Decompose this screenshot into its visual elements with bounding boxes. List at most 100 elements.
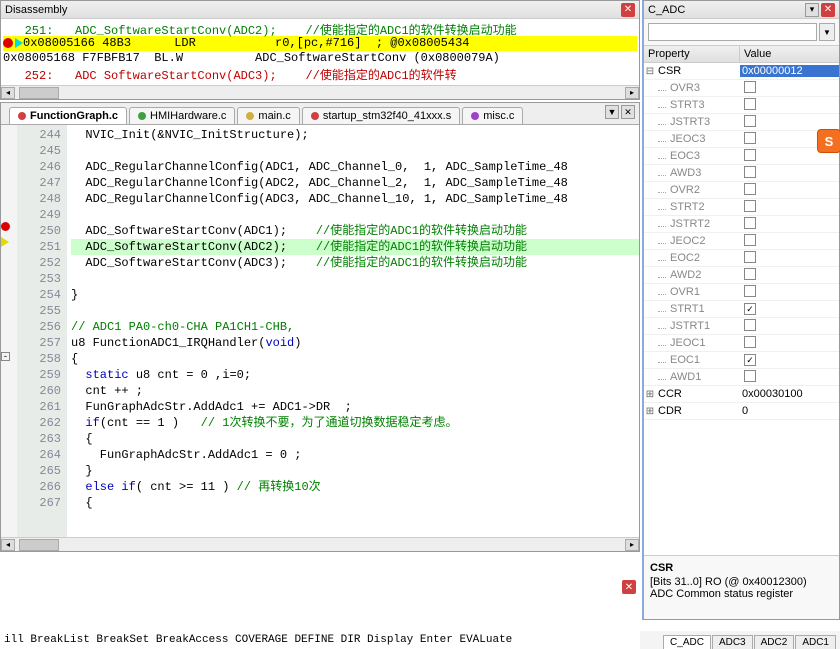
disasm-line[interactable]: 0x08005166 48B3 LDR r0,[pc,#716] ; @0x08… bbox=[3, 36, 637, 51]
disasm-hscroll[interactable]: ◂ ▸ bbox=[1, 85, 639, 99]
checkbox-icon[interactable] bbox=[744, 217, 756, 229]
code-line[interactable]: else if( cnt >= 11 ) // 再转换10次 bbox=[71, 479, 639, 495]
tab-main-c[interactable]: main.c bbox=[237, 107, 299, 124]
cadc-filter-input[interactable] bbox=[648, 23, 817, 41]
checkbox-icon[interactable] bbox=[744, 336, 756, 348]
margin-cell[interactable] bbox=[1, 461, 17, 477]
margin-cell[interactable] bbox=[1, 141, 17, 157]
prop-value[interactable] bbox=[740, 251, 839, 266]
property-row-csr[interactable]: ⊟CSR0x00000012 bbox=[644, 63, 839, 80]
checkbox-icon[interactable] bbox=[744, 183, 756, 195]
margin-cell[interactable] bbox=[1, 413, 17, 429]
code-area[interactable]: - 24424524624724824925025125225325425525… bbox=[1, 125, 639, 537]
margin-cell[interactable] bbox=[1, 397, 17, 413]
checkbox-icon[interactable] bbox=[744, 285, 756, 297]
property-row-eoc3[interactable]: EOC3 bbox=[644, 148, 839, 165]
property-row-ovr1[interactable]: OVR1 bbox=[644, 284, 839, 301]
breakpoint-icon[interactable] bbox=[1, 222, 10, 231]
checkbox-icon[interactable] bbox=[744, 115, 756, 127]
code-line[interactable]: { bbox=[71, 351, 639, 367]
checkbox-icon[interactable] bbox=[744, 234, 756, 246]
scroll-thumb[interactable] bbox=[19, 87, 59, 99]
code-line[interactable]: static u8 cnt = 0 ,i=0; bbox=[71, 367, 639, 383]
prop-value[interactable] bbox=[740, 354, 839, 366]
peripheral-tab-adc3[interactable]: ADC3 bbox=[712, 635, 753, 649]
prop-value[interactable]: 0x00030100 bbox=[740, 388, 839, 400]
code-line[interactable]: cnt ++ ; bbox=[71, 383, 639, 399]
checkbox-icon[interactable] bbox=[744, 370, 756, 382]
disasm-body[interactable]: 251: ADC_SoftwareStartConv(ADC2); //使能指定… bbox=[1, 19, 639, 83]
property-row-cdr[interactable]: ⊞CDR0 bbox=[644, 403, 839, 420]
checkbox-icon[interactable] bbox=[744, 200, 756, 212]
property-row-strt3[interactable]: STRT3 bbox=[644, 97, 839, 114]
tab-hmihardware-c[interactable]: HMIHardware.c bbox=[129, 107, 235, 124]
property-row-strt1[interactable]: STRT1 bbox=[644, 301, 839, 318]
tab-misc-c[interactable]: misc.c bbox=[462, 107, 523, 124]
cadc-close-icon[interactable]: ✕ bbox=[821, 3, 835, 17]
code-line[interactable]: ADC_SoftwareStartConv(ADC3); //使能指定的ADC1… bbox=[71, 255, 639, 271]
margin-cell[interactable] bbox=[1, 445, 17, 461]
code-line[interactable]: { bbox=[71, 495, 639, 511]
margin-cell[interactable] bbox=[1, 205, 17, 221]
editor-hscroll[interactable]: ◂ ▸ bbox=[1, 537, 639, 551]
tree-toggle-icon[interactable]: ⊞ bbox=[644, 406, 656, 417]
prop-value[interactable]: 0x00000012 bbox=[740, 65, 839, 77]
property-row-jeoc2[interactable]: JEOC2 bbox=[644, 233, 839, 250]
margin-cell[interactable] bbox=[1, 221, 17, 237]
filter-dropdown-icon[interactable]: ▼ bbox=[819, 23, 835, 41]
tab-close-icon[interactable]: ✕ bbox=[621, 105, 635, 119]
disasm-line[interactable]: 252: ADC SoftwareStartConv(ADC3); //使能指定… bbox=[3, 66, 637, 81]
prop-value[interactable] bbox=[740, 217, 839, 232]
lower-close-icon[interactable]: ✕ bbox=[622, 580, 636, 594]
prop-value[interactable] bbox=[740, 336, 839, 351]
property-row-awd1[interactable]: AWD1 bbox=[644, 369, 839, 386]
checkbox-icon[interactable] bbox=[744, 319, 756, 331]
prop-value[interactable] bbox=[740, 183, 839, 198]
code-line[interactable]: if(cnt == 1 ) // 1次转换不要，为了通道切换数据稳定考虑。 bbox=[71, 415, 639, 431]
prop-value[interactable] bbox=[740, 234, 839, 249]
checkbox-icon[interactable] bbox=[744, 303, 756, 315]
tab-functiongraph-c[interactable]: FunctionGraph.c bbox=[9, 107, 127, 124]
checkbox-icon[interactable] bbox=[744, 81, 756, 93]
code-line[interactable]: ADC_RegularChannelConfig(ADC3, ADC_Chann… bbox=[71, 191, 639, 207]
prop-value[interactable] bbox=[740, 81, 839, 96]
code-body[interactable]: NVIC_Init(&NVIC_InitStructure); ADC_Regu… bbox=[67, 125, 639, 537]
margin-cell[interactable] bbox=[1, 381, 17, 397]
property-row-ovr2[interactable]: OVR2 bbox=[644, 182, 839, 199]
checkbox-icon[interactable] bbox=[744, 149, 756, 161]
tab-menu-icon[interactable]: ▼ bbox=[605, 105, 619, 119]
property-row-awd2[interactable]: AWD2 bbox=[644, 267, 839, 284]
scroll-right-icon[interactable]: ▸ bbox=[625, 87, 639, 99]
prop-value[interactable] bbox=[740, 200, 839, 215]
margin-cell[interactable] bbox=[1, 157, 17, 173]
scroll-thumb[interactable] bbox=[19, 539, 59, 551]
margin-cell[interactable] bbox=[1, 189, 17, 205]
margin-cell[interactable] bbox=[1, 317, 17, 333]
property-row-ccr[interactable]: ⊞CCR0x00030100 bbox=[644, 386, 839, 403]
code-line[interactable]: { bbox=[71, 431, 639, 447]
property-row-strt2[interactable]: STRT2 bbox=[644, 199, 839, 216]
checkbox-icon[interactable] bbox=[744, 98, 756, 110]
prop-value[interactable] bbox=[740, 166, 839, 181]
code-line[interactable] bbox=[71, 207, 639, 223]
code-line[interactable]: } bbox=[71, 287, 639, 303]
margin-cell[interactable] bbox=[1, 333, 17, 349]
disasm-line[interactable]: 251: ADC_SoftwareStartConv(ADC2); //使能指定… bbox=[3, 21, 637, 36]
tree-toggle-icon[interactable]: ⊟ bbox=[644, 66, 656, 77]
margin-cell[interactable] bbox=[1, 125, 17, 141]
property-row-jeoc3[interactable]: JEOC3 bbox=[644, 131, 839, 148]
checkbox-icon[interactable] bbox=[744, 251, 756, 263]
checkbox-icon[interactable] bbox=[744, 268, 756, 280]
margin-cell[interactable] bbox=[1, 301, 17, 317]
scroll-right-icon[interactable]: ▸ bbox=[625, 539, 639, 551]
prop-value[interactable] bbox=[740, 303, 839, 315]
margin-cell[interactable] bbox=[1, 269, 17, 285]
tab-startup_stm32f40_41xxx-s[interactable]: startup_stm32f40_41xxx.s bbox=[302, 107, 460, 124]
peripheral-tab-c_adc[interactable]: C_ADC bbox=[663, 635, 711, 649]
property-row-ovr3[interactable]: OVR3 bbox=[644, 80, 839, 97]
code-line[interactable]: // ADC1 PA0-ch0-CHA PA1CH1-CHB, bbox=[71, 319, 639, 335]
tree-toggle-icon[interactable]: ⊞ bbox=[644, 389, 656, 400]
code-line[interactable]: ADC_RegularChannelConfig(ADC2, ADC_Chann… bbox=[71, 175, 639, 191]
disasm-line[interactable]: 0x08005168 F7FBFB17 BL.W ADC_SoftwareSta… bbox=[3, 51, 637, 66]
prop-value[interactable] bbox=[740, 370, 839, 385]
